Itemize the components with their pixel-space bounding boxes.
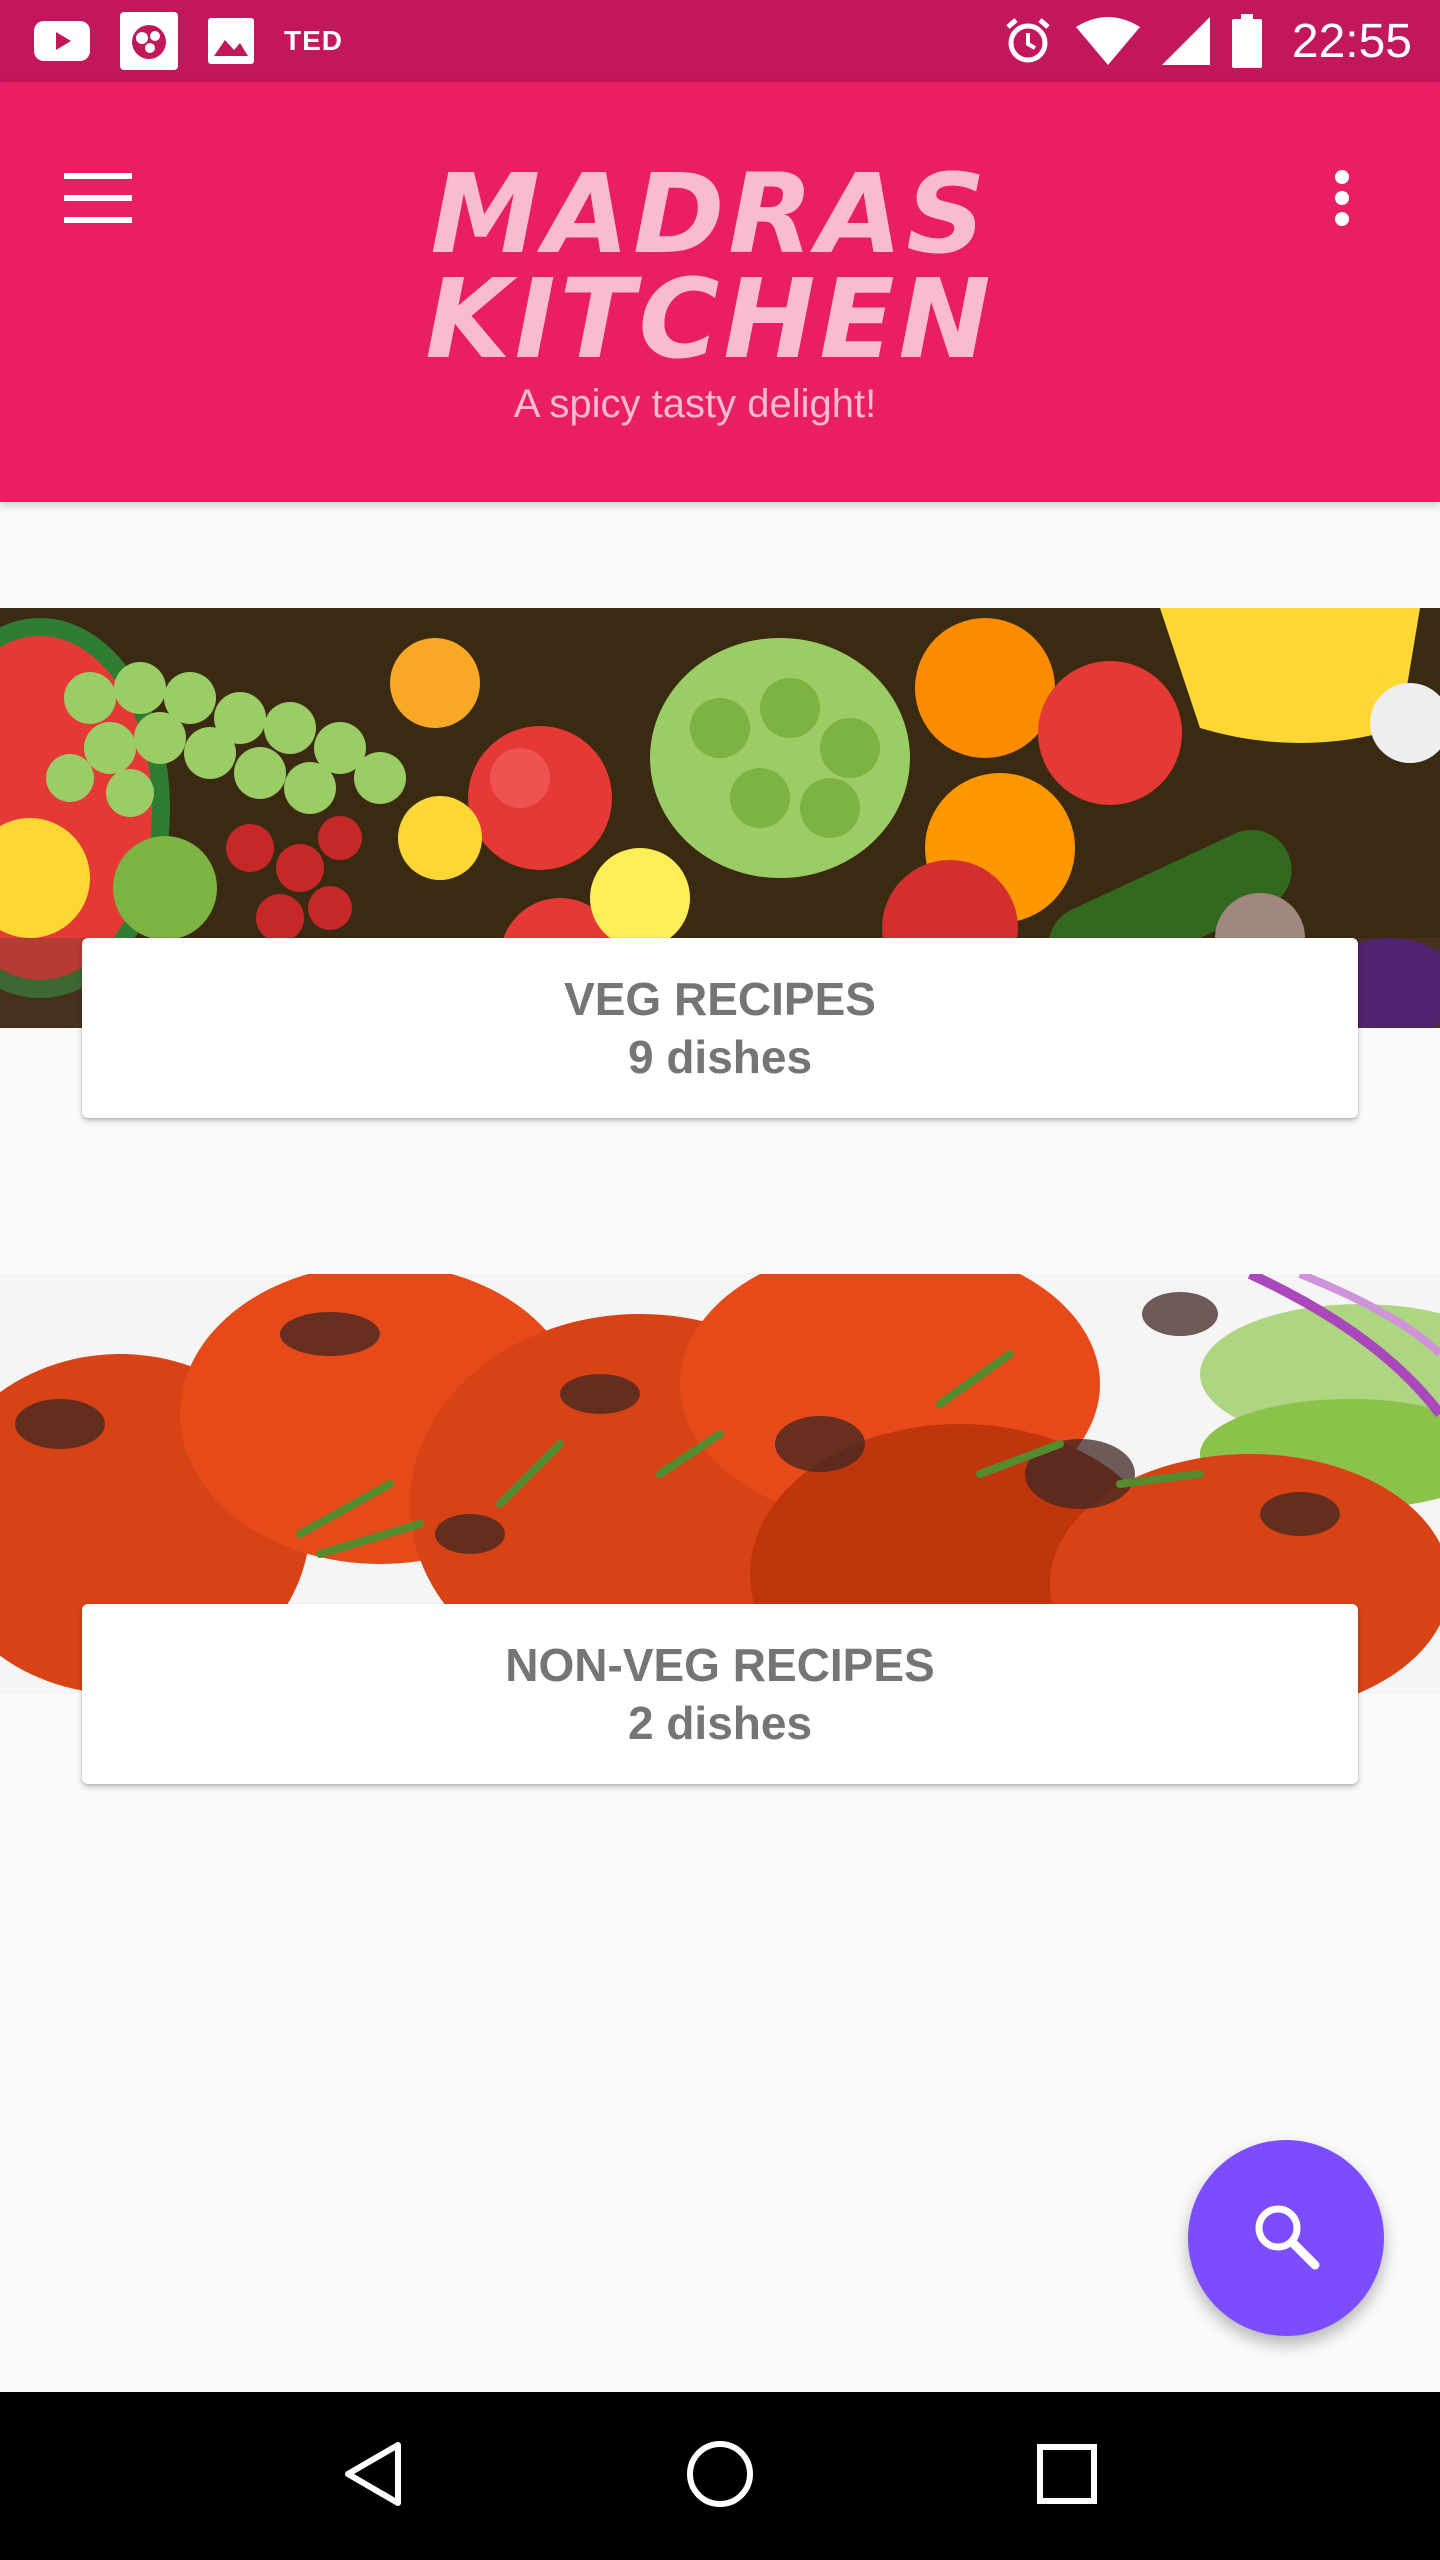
search-fab[interactable]	[1188, 2140, 1384, 2336]
category-card-non-veg[interactable]: NON-VEG RECIPES 2 dishes	[82, 1604, 1358, 1784]
battery-icon	[1231, 14, 1262, 68]
category-non-veg[interactable]: NON-VEG RECIPES 2 dishes	[0, 1274, 1440, 1794]
category-title: NON-VEG RECIPES	[505, 1639, 935, 1691]
wifi-icon	[1075, 17, 1140, 65]
logo-line-2: KITCHEN	[425, 254, 995, 383]
recents-icon	[1036, 2443, 1097, 2509]
category-veg[interactable]: VEG RECIPES 9 dishes	[0, 608, 1440, 1128]
status-bar-notifications: TED	[34, 12, 343, 70]
cell-signal-icon	[1161, 17, 1210, 65]
back-icon	[343, 2440, 403, 2513]
status-bar-system: 22:55	[1002, 14, 1412, 69]
back-button[interactable]	[303, 2406, 443, 2546]
home-button[interactable]	[650, 2406, 790, 2546]
status-bar: TED 22:55	[0, 0, 1440, 82]
menu-button[interactable]	[50, 152, 146, 248]
app-logo: MADRAS KITCHEN	[420, 150, 1000, 383]
category-card-veg[interactable]: VEG RECIPES 9 dishes	[82, 938, 1358, 1118]
app-tagline: A spicy tasty delight!	[513, 382, 877, 426]
image-icon	[208, 18, 254, 64]
hamburger-menu-icon	[64, 172, 132, 228]
app-notification-icon	[120, 12, 178, 70]
clock: 22:55	[1291, 14, 1412, 68]
youtube-icon	[34, 21, 90, 61]
home-icon	[686, 2440, 754, 2513]
more-vert-icon	[1334, 169, 1350, 231]
more-options-button[interactable]	[1294, 152, 1390, 248]
category-count: 2 dishes	[627, 1697, 813, 1749]
ted-label: TED	[284, 25, 343, 56]
app-bar: MADRAS KITCHEN A spicy tasty delight!	[0, 82, 1440, 502]
alarm-icon	[1002, 15, 1054, 67]
category-count: 9 dishes	[627, 1031, 813, 1083]
search-icon	[1251, 2201, 1321, 2276]
recents-button[interactable]	[997, 2406, 1137, 2546]
category-title: VEG RECIPES	[564, 973, 876, 1025]
logo-line-1: MADRAS	[430, 150, 990, 278]
navigation-bar	[0, 2392, 1440, 2560]
